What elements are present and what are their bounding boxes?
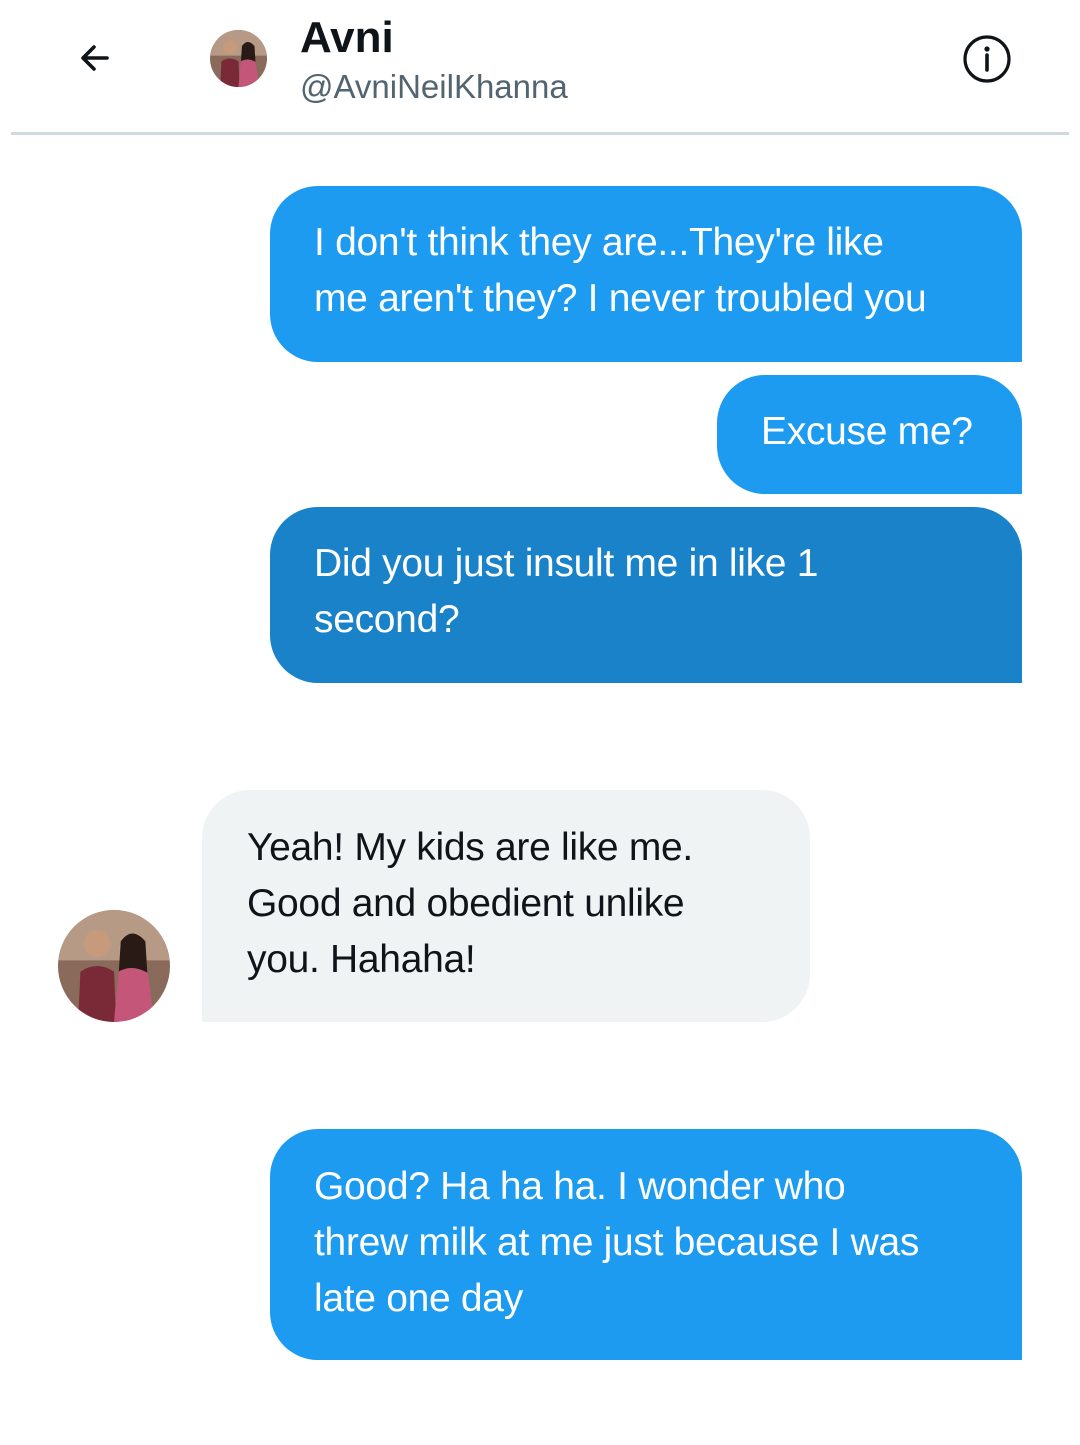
sender-avatar[interactable]	[58, 910, 170, 1022]
profile-photo-icon	[210, 30, 267, 87]
message-bubble-sent[interactable]: Excuse me?	[717, 375, 1022, 494]
conversation-header: Avni @AvniNeilKhanna	[11, 0, 1069, 135]
info-button[interactable]	[961, 33, 1013, 85]
contact-handle: @AvniNeilKhanna	[300, 68, 568, 105]
info-circle-icon	[963, 35, 1011, 83]
arrow-left-icon	[81, 45, 109, 71]
dm-conversation-screen: Avni @AvniNeilKhanna I don't think they …	[0, 0, 1080, 1445]
message-text: Excuse me?	[761, 410, 973, 453]
message-text: I don't think they are...They're like me…	[314, 221, 927, 320]
message-text: Did you just insult me in like 1 second?	[314, 542, 819, 641]
message-text: Yeah! My kids are like me. Good and obed…	[247, 826, 693, 981]
header-avatar[interactable]	[210, 30, 267, 87]
message-bubble-received[interactable]: Yeah! My kids are like me. Good and obed…	[202, 790, 810, 1022]
message-bubble-sent[interactable]: I don't think they are...They're like me…	[270, 186, 1022, 362]
message-text: Good? Ha ha ha. I wonder who threw milk …	[314, 1165, 920, 1320]
message-bubble-sent[interactable]: Good? Ha ha ha. I wonder who threw milk …	[270, 1129, 1022, 1360]
contact-name: Avni	[300, 13, 394, 62]
back-button[interactable]	[69, 32, 121, 84]
message-bubble-sent-selected[interactable]: Did you just insult me in like 1 second?	[270, 507, 1022, 683]
profile-photo-icon	[58, 910, 170, 1022]
